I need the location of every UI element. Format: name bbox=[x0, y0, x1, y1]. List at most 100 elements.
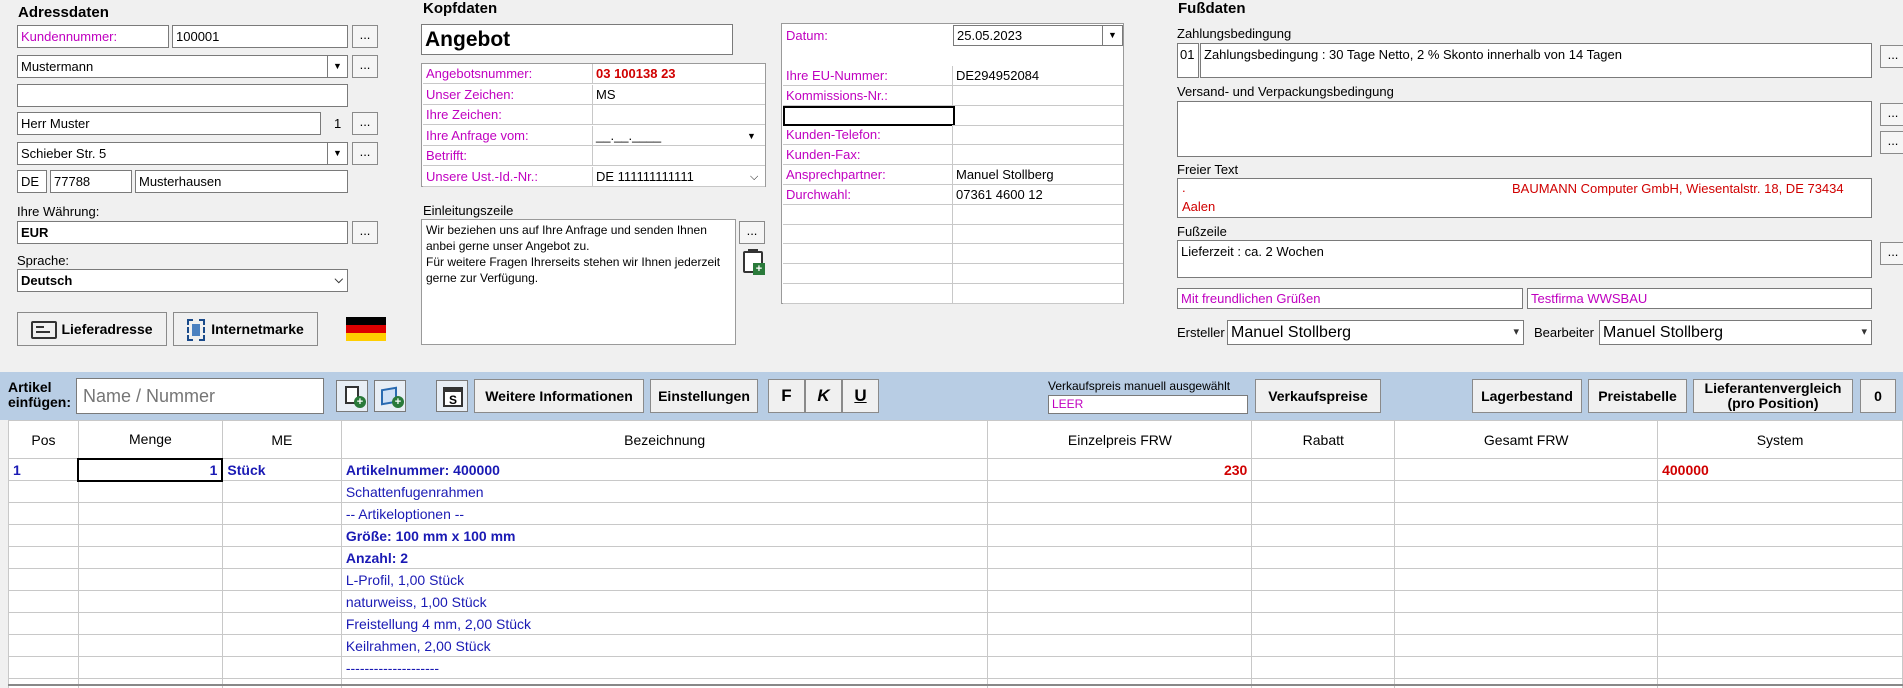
table-row[interactable]: Keilrahmen, 2,00 Stück bbox=[8, 634, 1903, 657]
table-cell-me[interactable] bbox=[221, 480, 342, 503]
table-cell-pos[interactable] bbox=[8, 590, 79, 613]
zero-button[interactable]: 0 bbox=[1860, 379, 1896, 413]
table-cell-rabatt[interactable] bbox=[1251, 656, 1396, 679]
grid-column-header[interactable]: Bezeichnung bbox=[340, 420, 989, 459]
table-row[interactable]: Schattenfugenrahmen bbox=[8, 480, 1903, 503]
table-cell-bez[interactable]: -------------------- bbox=[340, 656, 989, 679]
table-cell-bez[interactable]: Schattenfugenrahmen bbox=[340, 480, 989, 503]
table-row[interactable]: 1 1 Stück Artikelnummer: 400000 230 400000 bbox=[8, 457, 1903, 482]
chevron-down-icon[interactable]: ▼ bbox=[327, 56, 347, 77]
table-cell-gesamt[interactable] bbox=[1394, 480, 1659, 503]
table-cell-system[interactable] bbox=[1657, 480, 1903, 503]
table-row[interactable]: naturweiss, 1,00 Stück bbox=[8, 590, 1903, 613]
table-cell-preis[interactable] bbox=[987, 502, 1253, 525]
table-cell-preis[interactable]: 230 bbox=[987, 458, 1253, 481]
table-cell-bez[interactable]: Freistellung 4 mm, 2,00 Stück bbox=[340, 612, 989, 635]
table-cell-rabatt[interactable] bbox=[1251, 546, 1396, 569]
customer-number-field[interactable]: 100001 bbox=[172, 25, 348, 48]
stock-button[interactable]: Lagerbestand bbox=[1472, 379, 1582, 413]
table-cell-menge[interactable] bbox=[77, 612, 223, 635]
table-cell-bez[interactable]: L-Profil, 1,00 Stück bbox=[340, 568, 989, 591]
chevron-down-icon[interactable]: ▾ bbox=[1513, 321, 1519, 344]
table-row[interactable]: Größe: 100 mm x 100 mm bbox=[8, 524, 1903, 547]
chevron-down-icon[interactable]: ⌵ bbox=[335, 270, 343, 291]
intro-textarea[interactable]: Wir beziehen uns auf Ihre Anfrage und se… bbox=[421, 219, 736, 345]
chevron-down-icon[interactable]: ▼ bbox=[747, 127, 756, 145]
header-right-value[interactable] bbox=[953, 284, 1123, 304]
grid-column-header[interactable]: Einzelpreis FRW bbox=[987, 420, 1253, 459]
table-cell-menge[interactable]: 1 bbox=[77, 457, 224, 482]
table-cell-rabatt[interactable] bbox=[1251, 568, 1396, 591]
price-table-button[interactable]: Preistabelle bbox=[1588, 379, 1687, 413]
underline-button[interactable]: U bbox=[842, 379, 879, 413]
table-cell-bez[interactable]: Artikelnummer: 400000 bbox=[340, 458, 989, 481]
header-field-value[interactable]: MS bbox=[593, 85, 765, 105]
city-field[interactable]: Musterhausen bbox=[135, 170, 348, 193]
header-right-value[interactable] bbox=[953, 86, 1123, 106]
street-lookup-button[interactable]: ... bbox=[352, 142, 378, 165]
grid-column-header[interactable]: Menge bbox=[77, 420, 223, 459]
name-lookup-button[interactable]: ... bbox=[352, 55, 378, 78]
header-field-value[interactable]: __.__.____ bbox=[593, 126, 765, 146]
table-cell-gesamt[interactable] bbox=[1394, 656, 1659, 679]
table-cell-menge[interactable] bbox=[77, 568, 223, 591]
header-field-value[interactable] bbox=[593, 105, 765, 125]
table-cell-rabatt[interactable] bbox=[1251, 480, 1396, 503]
table-cell-gesamt[interactable] bbox=[1394, 524, 1659, 547]
table-cell-pos[interactable]: 1 bbox=[8, 458, 79, 481]
grid-column-header[interactable]: Pos bbox=[8, 420, 79, 459]
table-cell-bez[interactable]: Anzahl: 2 bbox=[340, 546, 989, 569]
table-cell-pos[interactable] bbox=[8, 546, 79, 569]
table-cell-rabatt[interactable] bbox=[1251, 458, 1396, 481]
table-cell-menge[interactable] bbox=[77, 546, 223, 569]
table-cell-rabatt[interactable] bbox=[1251, 524, 1396, 547]
table-cell-system[interactable] bbox=[1657, 656, 1903, 679]
date-field[interactable]: 25.05.2023 ▼ bbox=[953, 25, 1123, 46]
address-line2-field[interactable] bbox=[17, 84, 348, 107]
insert-package-icon[interactable]: + bbox=[374, 380, 406, 412]
language-select[interactable]: Deutsch ⌵ bbox=[17, 269, 348, 292]
table-cell-menge[interactable] bbox=[77, 502, 223, 525]
table-cell-me[interactable] bbox=[221, 524, 342, 547]
table-cell-me[interactable]: Stück bbox=[221, 458, 342, 481]
header-right-value[interactable] bbox=[953, 205, 1123, 225]
header-right-value[interactable]: 07361 4600 12 bbox=[953, 185, 1123, 205]
table-cell-pos[interactable] bbox=[8, 656, 79, 679]
table-row[interactable]: L-Profil, 1,00 Stück bbox=[8, 568, 1903, 591]
flag-germany-icon[interactable] bbox=[346, 317, 386, 341]
header-right-value[interactable]: DE294952084 bbox=[953, 66, 1123, 86]
table-cell-rabatt[interactable] bbox=[1251, 590, 1396, 613]
table-cell-preis[interactable] bbox=[987, 634, 1253, 657]
table-row[interactable]: -------------------- bbox=[8, 656, 1903, 679]
company-field[interactable]: Testfirma WWSBAU bbox=[1527, 288, 1872, 309]
table-cell-bez[interactable]: naturweiss, 1,00 Stück bbox=[340, 590, 989, 613]
header-right-value[interactable] bbox=[953, 224, 1123, 245]
internet-stamp-button[interactable]: Internetmarke bbox=[173, 312, 318, 346]
chevron-down-icon[interactable]: ⌵ bbox=[750, 167, 758, 187]
table-cell-rabatt[interactable] bbox=[1251, 634, 1396, 657]
table-cell-bez[interactable]: Größe: 100 mm x 100 mm bbox=[340, 524, 989, 547]
table-cell-preis[interactable] bbox=[987, 612, 1253, 635]
table-cell-me[interactable] bbox=[221, 634, 342, 657]
settings-button[interactable]: Einstellungen bbox=[650, 379, 758, 413]
payment-text-field[interactable]: Zahlungsbedingung : 30 Tage Netto, 2 % S… bbox=[1200, 43, 1872, 78]
calendar-s-icon[interactable]: S bbox=[436, 380, 468, 412]
chevron-down-icon[interactable]: ▾ bbox=[1861, 321, 1867, 344]
table-cell-system[interactable] bbox=[1657, 634, 1903, 657]
header-field-value[interactable] bbox=[593, 146, 765, 166]
table-cell-pos[interactable] bbox=[8, 480, 79, 503]
table-cell-gesamt[interactable] bbox=[1394, 458, 1659, 481]
table-row[interactable]: Freistellung 4 mm, 2,00 Stück bbox=[8, 612, 1903, 635]
country-field[interactable]: DE bbox=[17, 170, 47, 193]
zip-field[interactable]: 77788 bbox=[50, 170, 132, 193]
chevron-down-icon[interactable]: ▼ bbox=[1102, 26, 1122, 45]
currency-field[interactable]: EUR bbox=[17, 221, 348, 244]
table-cell-gesamt[interactable] bbox=[1394, 568, 1659, 591]
grid-column-header[interactable]: Gesamt FRW bbox=[1394, 420, 1659, 459]
table-cell-bez[interactable]: -- Artikeloptionen -- bbox=[340, 502, 989, 525]
sales-prices-button[interactable]: Verkaufspreise bbox=[1255, 379, 1381, 413]
table-cell-bez[interactable]: Keilrahmen, 2,00 Stück bbox=[340, 634, 989, 657]
article-search-input[interactable] bbox=[76, 378, 324, 414]
shipping-field[interactable] bbox=[1177, 101, 1872, 157]
table-row[interactable]: Anzahl: 2 bbox=[8, 546, 1903, 569]
